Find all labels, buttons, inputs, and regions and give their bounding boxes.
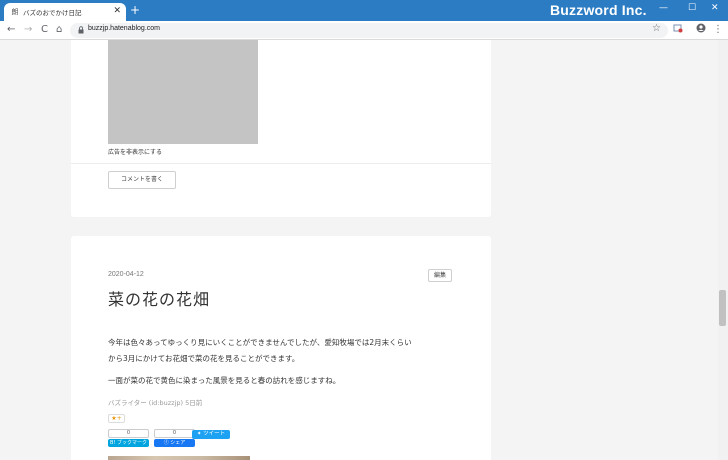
brand-watermark: Buzzword Inc. — [550, 2, 647, 18]
scrollbar[interactable] — [718, 40, 728, 460]
post-paragraph: 今年は色々あってゆっくり見にいくことができませんでしたが、愛知牧場では2月末くら… — [108, 338, 412, 347]
hatena-bookmark-button[interactable]: B! ブックマーク — [108, 439, 149, 447]
divider — [71, 163, 491, 164]
extension-icon[interactable] — [673, 23, 683, 38]
ad-placeholder[interactable] — [108, 40, 258, 144]
maximize-icon[interactable]: ☐ — [688, 3, 696, 13]
tweet-button[interactable]: ✦ ツイート — [192, 430, 230, 439]
home-icon[interactable]: ⌂ — [56, 24, 62, 36]
facebook-share-widget[interactable]: 0 ⓕ シェア — [154, 429, 195, 447]
hatena-bookmark-widget[interactable]: 0 B! ブックマーク — [108, 429, 149, 447]
tab-title: バズのおでかけ日記 — [23, 9, 82, 17]
write-comment-button[interactable]: コメントを書く — [108, 171, 176, 189]
back-icon[interactable]: ← — [7, 24, 15, 36]
facebook-count: 0 — [154, 429, 195, 438]
hatena-count: 0 — [108, 429, 149, 438]
post-card: 2020-04-12 編集 菜の花の花畑 今年は色々あってゆっくり見にいくことが… — [71, 236, 491, 460]
post-paragraph: から3月にかけてお花畑で菜の花を見ることができます。 — [108, 354, 300, 363]
ad-card: 広告を非表示にする コメントを書く — [71, 40, 491, 217]
browser-toolbar: ← → C ⌂ buzzjp.hatenablog.com ☆ ⋮ — [0, 21, 728, 40]
bookmark-star-icon[interactable]: ☆ — [652, 23, 661, 34]
menu-icon[interactable]: ⋮ — [713, 23, 723, 37]
url-text[interactable]: buzzjp.hatenablog.com — [88, 25, 160, 32]
tweet-label: ツイート — [203, 431, 226, 437]
new-tab-button[interactable]: + — [130, 4, 140, 16]
post-meta[interactable]: バズライター (id:buzzjp) 5日前 — [108, 397, 202, 407]
post-title[interactable]: 菜の花の花畑 — [108, 286, 210, 310]
profile-icon[interactable] — [696, 23, 706, 38]
close-tab-icon[interactable]: ✕ — [113, 6, 121, 16]
forward-icon[interactable]: → — [24, 24, 32, 36]
browser-tab-active[interactable]: 朗 バズのおでかけ日記 ✕ — [4, 3, 126, 21]
page-viewport: 広告を非表示にする コメントを書く 2020-04-12 編集 菜の花の花畑 今… — [0, 40, 728, 460]
window-titlebar: 朗 バズのおでかけ日記 ✕ + Buzzword Inc. — ☐ ✕ — [0, 0, 728, 21]
add-star-button[interactable]: ★+ — [108, 414, 125, 423]
favicon-icon: 朗 — [11, 8, 19, 16]
hide-ad-link[interactable]: 広告を非表示にする — [108, 147, 162, 156]
minimize-icon[interactable]: — — [659, 3, 668, 13]
scrollbar-thumb[interactable] — [719, 290, 726, 326]
close-window-icon[interactable]: ✕ — [711, 3, 719, 13]
post-paragraph: 一面が菜の花で黄色に染まった風景を見ると春の訪れを感じますね。 — [108, 376, 341, 385]
post-image — [108, 456, 250, 460]
lock-icon — [78, 26, 84, 34]
facebook-share-button[interactable]: ⓕ シェア — [154, 439, 195, 447]
edit-button[interactable]: 編集 — [428, 269, 452, 282]
address-bar[interactable]: buzzjp.hatenablog.com ☆ — [70, 23, 668, 38]
facebook-share-label: シェア — [170, 440, 186, 446]
reload-icon[interactable]: C — [41, 24, 48, 36]
post-date[interactable]: 2020-04-12 — [108, 271, 144, 278]
